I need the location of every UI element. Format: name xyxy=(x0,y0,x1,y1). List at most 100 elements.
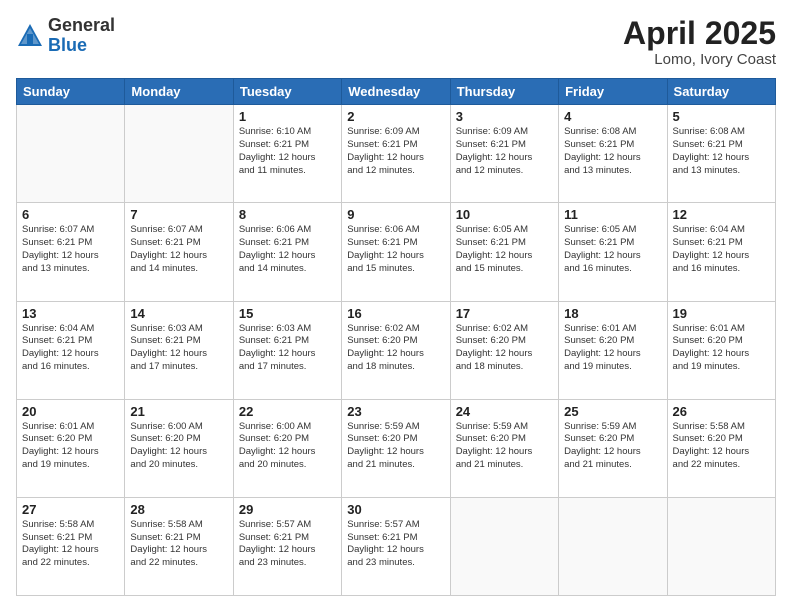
col-tuesday: Tuesday xyxy=(233,79,341,105)
calendar-day-cell: 10 Sunrise: 6:05 AM Sunset: 6:21 PM Dayli… xyxy=(450,203,558,301)
day-number: 26 xyxy=(673,404,770,419)
day-info: Sunrise: 6:01 AM Sunset: 6:20 PM Dayligh… xyxy=(564,323,661,374)
day-number: 21 xyxy=(130,404,227,419)
calendar-day-cell: 14 Sunrise: 6:03 AM Sunset: 6:21 PM Dayli… xyxy=(125,301,233,399)
day-info: Sunrise: 6:03 AM Sunset: 6:21 PM Dayligh… xyxy=(130,323,227,374)
calendar-day-cell: 5Sunrise: 6:08 AM Sunset: 6:21 PM Daylig… xyxy=(667,105,775,203)
day-number: 20 xyxy=(22,404,119,419)
day-number: 7 xyxy=(130,207,227,222)
day-info: Sunrise: 6:07 AM Sunset: 6:21 PM Dayligh… xyxy=(130,224,227,275)
day-number: 22 xyxy=(239,404,336,419)
calendar-day-cell: 22 Sunrise: 6:00 AM Sunset: 6:20 PM Dayli… xyxy=(233,399,341,497)
day-info: Sunrise: 6:01 AM Sunset: 6:20 PM Dayligh… xyxy=(22,421,119,472)
calendar-day-cell: 4 Sunrise: 6:08 AM Sunset: 6:21 PM Daylig… xyxy=(559,105,667,203)
day-number: 30 xyxy=(347,502,444,517)
calendar-day-cell: 3 Sunrise: 6:09 AM Sunset: 6:21 PM Daylig… xyxy=(450,105,558,203)
calendar-header-row: Sunday Monday Tuesday Wednesday Thursday… xyxy=(17,79,776,105)
day-info: Sunrise: 5:57 AM Sunset: 6:21 PM Dayligh… xyxy=(239,519,336,570)
header: General Blue April 2025 Lomo, Ivory Coas… xyxy=(16,16,776,68)
day-info: Sunrise: 5:59 AM Sunset: 6:20 PM Dayligh… xyxy=(564,421,661,472)
calendar-day-cell: 9Sunrise: 6:06 AM Sunset: 6:21 PM Daylig… xyxy=(342,203,450,301)
day-info: Sunrise: 5:58 AM Sunset: 6:21 PM Dayligh… xyxy=(22,519,119,570)
calendar-day-cell: 18 Sunrise: 6:01 AM Sunset: 6:20 PM Dayli… xyxy=(559,301,667,399)
calendar-day-cell: 1 Sunrise: 6:10 AM Sunset: 6:21 PM Daylig… xyxy=(233,105,341,203)
day-number: 28 xyxy=(130,502,227,517)
day-info: Sunrise: 5:57 AM Sunset: 6:21 PM Dayligh… xyxy=(347,519,444,570)
day-number: 3 xyxy=(456,109,553,124)
day-info: Sunrise: 6:10 AM Sunset: 6:21 PM Dayligh… xyxy=(239,126,336,177)
calendar-week-row: 20 Sunrise: 6:01 AM Sunset: 6:20 PM Dayli… xyxy=(17,399,776,497)
day-number: 23 xyxy=(347,404,444,419)
calendar-day-cell: 15Sunrise: 6:03 AM Sunset: 6:21 PM Dayli… xyxy=(233,301,341,399)
calendar-day-cell: 6Sunrise: 6:07 AM Sunset: 6:21 PM Daylig… xyxy=(17,203,125,301)
calendar-week-row: 1 Sunrise: 6:10 AM Sunset: 6:21 PM Daylig… xyxy=(17,105,776,203)
day-info: Sunrise: 5:58 AM Sunset: 6:20 PM Dayligh… xyxy=(673,421,770,472)
calendar-day-cell xyxy=(17,105,125,203)
day-info: Sunrise: 6:00 AM Sunset: 6:20 PM Dayligh… xyxy=(130,421,227,472)
day-number: 16 xyxy=(347,306,444,321)
day-info: Sunrise: 6:04 AM Sunset: 6:21 PM Dayligh… xyxy=(22,323,119,374)
day-number: 1 xyxy=(239,109,336,124)
day-info: Sunrise: 6:05 AM Sunset: 6:21 PM Dayligh… xyxy=(564,224,661,275)
day-info: Sunrise: 6:08 AM Sunset: 6:21 PM Dayligh… xyxy=(564,126,661,177)
calendar-day-cell: 21 Sunrise: 6:00 AM Sunset: 6:20 PM Dayli… xyxy=(125,399,233,497)
logo-general: General xyxy=(48,15,115,35)
day-info: Sunrise: 6:09 AM Sunset: 6:21 PM Dayligh… xyxy=(456,126,553,177)
day-number: 8 xyxy=(239,207,336,222)
day-info: Sunrise: 6:05 AM Sunset: 6:21 PM Dayligh… xyxy=(456,224,553,275)
day-number: 11 xyxy=(564,207,661,222)
logo-blue: Blue xyxy=(48,35,87,55)
calendar-day-cell: 16 Sunrise: 6:02 AM Sunset: 6:20 PM Dayli… xyxy=(342,301,450,399)
day-number: 27 xyxy=(22,502,119,517)
calendar-day-cell: 23 Sunrise: 5:59 AM Sunset: 6:20 PM Dayli… xyxy=(342,399,450,497)
page: General Blue April 2025 Lomo, Ivory Coas… xyxy=(0,0,792,612)
calendar-day-cell: 19 Sunrise: 6:01 AM Sunset: 6:20 PM Dayli… xyxy=(667,301,775,399)
day-number: 25 xyxy=(564,404,661,419)
day-number: 4 xyxy=(564,109,661,124)
calendar-day-cell: 29 Sunrise: 5:57 AM Sunset: 6:21 PM Dayli… xyxy=(233,497,341,595)
col-sunday: Sunday xyxy=(17,79,125,105)
day-info: Sunrise: 6:09 AM Sunset: 6:21 PM Dayligh… xyxy=(347,126,444,177)
day-number: 2 xyxy=(347,109,444,124)
calendar-week-row: 27 Sunrise: 5:58 AM Sunset: 6:21 PM Dayli… xyxy=(17,497,776,595)
day-number: 10 xyxy=(456,207,553,222)
day-info: Sunrise: 6:04 AM Sunset: 6:21 PM Dayligh… xyxy=(673,224,770,275)
calendar-day-cell: 30 Sunrise: 5:57 AM Sunset: 6:21 PM Dayli… xyxy=(342,497,450,595)
calendar-day-cell: 7 Sunrise: 6:07 AM Sunset: 6:21 PM Daylig… xyxy=(125,203,233,301)
calendar-day-cell xyxy=(125,105,233,203)
day-info: Sunrise: 6:02 AM Sunset: 6:20 PM Dayligh… xyxy=(456,323,553,374)
day-info: Sunrise: 5:59 AM Sunset: 6:20 PM Dayligh… xyxy=(347,421,444,472)
calendar-day-cell: 26 Sunrise: 5:58 AM Sunset: 6:20 PM Dayli… xyxy=(667,399,775,497)
title-month: April 2025 xyxy=(623,16,776,51)
calendar-day-cell: 24 Sunrise: 5:59 AM Sunset: 6:20 PM Dayli… xyxy=(450,399,558,497)
day-number: 9 xyxy=(347,207,444,222)
day-number: 15 xyxy=(239,306,336,321)
calendar-day-cell: 25 Sunrise: 5:59 AM Sunset: 6:20 PM Dayli… xyxy=(559,399,667,497)
day-number: 17 xyxy=(456,306,553,321)
day-info: Sunrise: 6:01 AM Sunset: 6:20 PM Dayligh… xyxy=(673,323,770,374)
calendar-day-cell: 11 Sunrise: 6:05 AM Sunset: 6:21 PM Dayli… xyxy=(559,203,667,301)
calendar-day-cell: 12Sunrise: 6:04 AM Sunset: 6:21 PM Dayli… xyxy=(667,203,775,301)
day-number: 29 xyxy=(239,502,336,517)
col-wednesday: Wednesday xyxy=(342,79,450,105)
col-friday: Friday xyxy=(559,79,667,105)
logo-icon xyxy=(16,22,44,50)
calendar-day-cell: 2 Sunrise: 6:09 AM Sunset: 6:21 PM Daylig… xyxy=(342,105,450,203)
day-info: Sunrise: 5:58 AM Sunset: 6:21 PM Dayligh… xyxy=(130,519,227,570)
calendar-week-row: 6 Sunrise: 6:07 AM Sunset: 6:21 PM Daylig… xyxy=(17,203,776,301)
calendar-day-cell: 28 Sunrise: 5:58 AM Sunset: 6:21 PM Dayli… xyxy=(125,497,233,595)
day-info: Sunrise: 6:02 AM Sunset: 6:20 PM Dayligh… xyxy=(347,323,444,374)
day-number: 14 xyxy=(130,306,227,321)
day-info: Sunrise: 5:59 AM Sunset: 6:20 PM Dayligh… xyxy=(456,421,553,472)
day-number: 5 xyxy=(673,109,770,124)
day-number: 19 xyxy=(673,306,770,321)
logo-text: General Blue xyxy=(48,16,115,56)
calendar-day-cell: 27 Sunrise: 5:58 AM Sunset: 6:21 PM Dayli… xyxy=(17,497,125,595)
day-info: Sunrise: 6:00 AM Sunset: 6:20 PM Dayligh… xyxy=(239,421,336,472)
calendar-day-cell xyxy=(667,497,775,595)
title-location: Lomo, Ivory Coast xyxy=(623,51,776,68)
day-number: 18 xyxy=(564,306,661,321)
day-number: 6 xyxy=(22,207,119,222)
day-number: 24 xyxy=(456,404,553,419)
day-info: Sunrise: 6:06 AM Sunset: 6:21 PM Dayligh… xyxy=(239,224,336,275)
